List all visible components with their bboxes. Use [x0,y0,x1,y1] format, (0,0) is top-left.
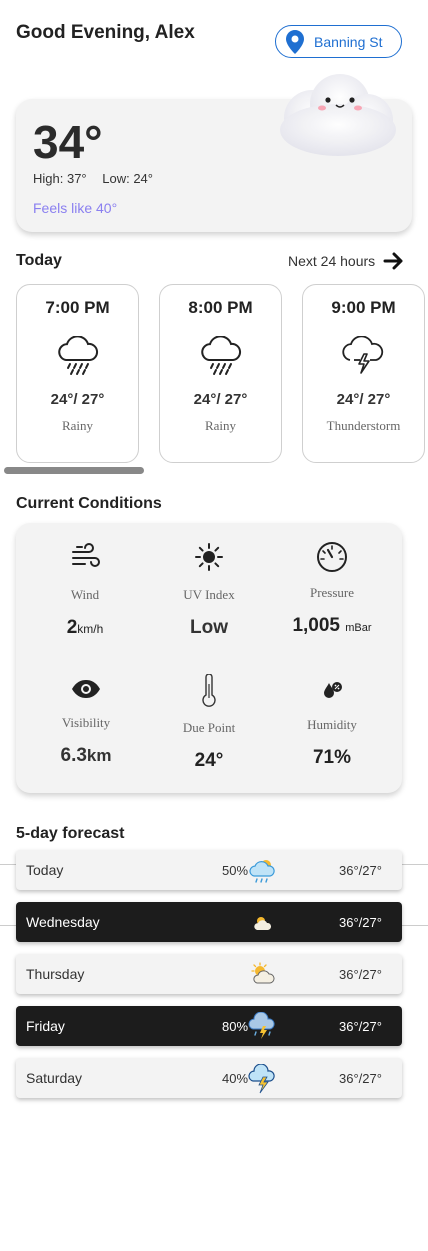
next-24-label: Next 24 hours [288,253,376,269]
forecast-day: Wednesday [26,914,100,930]
wind-number: 2 [66,617,78,638]
hour-card[interactable]: 7:00 PM 24°/ 27° Rainy [16,284,139,463]
humidity-cell: Humidity 71% [272,680,392,769]
greeting-title: Good Evening, Alex [16,22,195,43]
hour-time: 7:00 PM [45,298,110,317]
visibility-cell: Visibility 6.3km [26,679,146,767]
hour-card[interactable]: 9:00 PM 24°/ 27° Thunderstorm [302,284,425,463]
forecast-temps: 36°/27° [339,1070,382,1086]
hour-temps: 24°/ 27° [336,391,391,408]
pressure-label: Pressure [309,585,355,600]
rain-cloud-icon [249,860,275,883]
hour-time: 9:00 PM [331,298,396,317]
pressure-number: 1,005 [292,615,340,636]
arrow-right-icon [383,252,403,270]
humidity-value: 71% [312,747,352,768]
hour-temps: 24°/ 27° [193,391,248,408]
pressure-value: 1,005 mBar [272,615,392,637]
gauge-icon [317,542,347,572]
humidity-label: Humidity [307,717,357,732]
forecast-day: Today [26,862,64,878]
high-temp: High: 37° [33,171,87,186]
hour-card[interactable]: 8:00 PM 24°/ 27° Rainy [159,284,282,463]
horizontal-scrollbar[interactable] [4,467,144,474]
visibility-value: 6.3km [26,745,146,767]
wind-icon [72,543,100,567]
visibility-number: 6.3 [60,745,87,766]
cute-cloud-icon [280,74,396,156]
forecast-temps: 36°/27° [339,1018,382,1034]
thermometer-icon [202,674,216,707]
forecast-row-today[interactable]: Today 50% 36°/27° [16,850,402,890]
dew-point-value: 24° [194,750,224,771]
forecast-temps: 36°/27° [339,862,382,878]
hour-temps: 24°/ 27° [50,391,105,408]
location-pin-icon [286,29,304,54]
forecast-chance: 50% [222,862,249,878]
dew-point-cell: Due Point 24° [149,674,269,772]
feels-like: Feels like 40° [33,200,118,216]
forecast-row-wednesday[interactable]: Wednesday 36°/27° [16,902,402,942]
current-temperature: 34° [33,116,103,168]
hour-condition: Thunderstorm [326,418,401,433]
uv-value: Low [190,617,228,638]
thunder-cloud-icon [248,1064,275,1094]
visibility-label: Visibility [61,715,111,730]
pressure-unit: mBar [345,622,372,634]
hour-condition: Rainy [61,418,94,433]
low-temp: Low: 24° [102,171,153,186]
forecast-day: Thursday [26,966,85,982]
thunder-cloud-icon [341,336,383,374]
wind-unit: km/h [77,622,104,636]
pressure-cell: Pressure 1,005 mBar [272,541,392,637]
forecast-day: Saturday [26,1070,83,1086]
forecast-day: Friday [26,1018,65,1034]
forecast-temps: 36°/27° [339,914,382,930]
conditions-card: Wind 2km/h UV Index Low Pressure 1,005 m… [16,523,402,793]
eye-icon [72,680,100,698]
next-24-hours-link[interactable]: Next 24 hours [288,252,405,270]
hour-condition: Rainy [204,418,237,433]
forecast-row-thursday[interactable]: Thursday 36°/27° [16,954,402,994]
storm-cloud-icon [248,1012,275,1039]
uv-cell: UV Index Low [149,543,269,639]
partly-cloudy-icon [254,917,272,930]
today-title: Today [16,252,62,269]
uv-label: UV Index [183,587,235,602]
hour-time: 8:00 PM [188,298,253,317]
location-button[interactable]: Banning St [275,25,402,58]
wind-label: Wind [70,587,100,602]
wind-cell: Wind 2km/h [25,543,145,639]
forecast-chance: 80% [222,1018,249,1034]
partly-cloudy-icon [251,962,275,984]
sun-icon [195,543,223,571]
wind-value: 2km/h [25,617,145,639]
dew-point-label: Due Point [182,720,236,735]
visibility-unit: km [86,746,112,765]
location-label: Banning St [314,33,383,50]
conditions-title: Current Conditions [16,495,162,512]
forecast-chance: 40% [222,1070,249,1086]
humidity-icon [324,682,342,698]
high-low: High: 37° Low: 24° [33,171,165,186]
rain-cloud-icon [200,336,241,375]
forecast-row-saturday[interactable]: Saturday 40% 36°/27° [16,1058,402,1098]
forecast-row-friday[interactable]: Friday 80% 36°/27° [16,1006,402,1046]
rain-cloud-icon [57,336,98,375]
forecast-temps: 36°/27° [339,966,382,982]
forecast-title: 5-day forecast [16,825,125,842]
